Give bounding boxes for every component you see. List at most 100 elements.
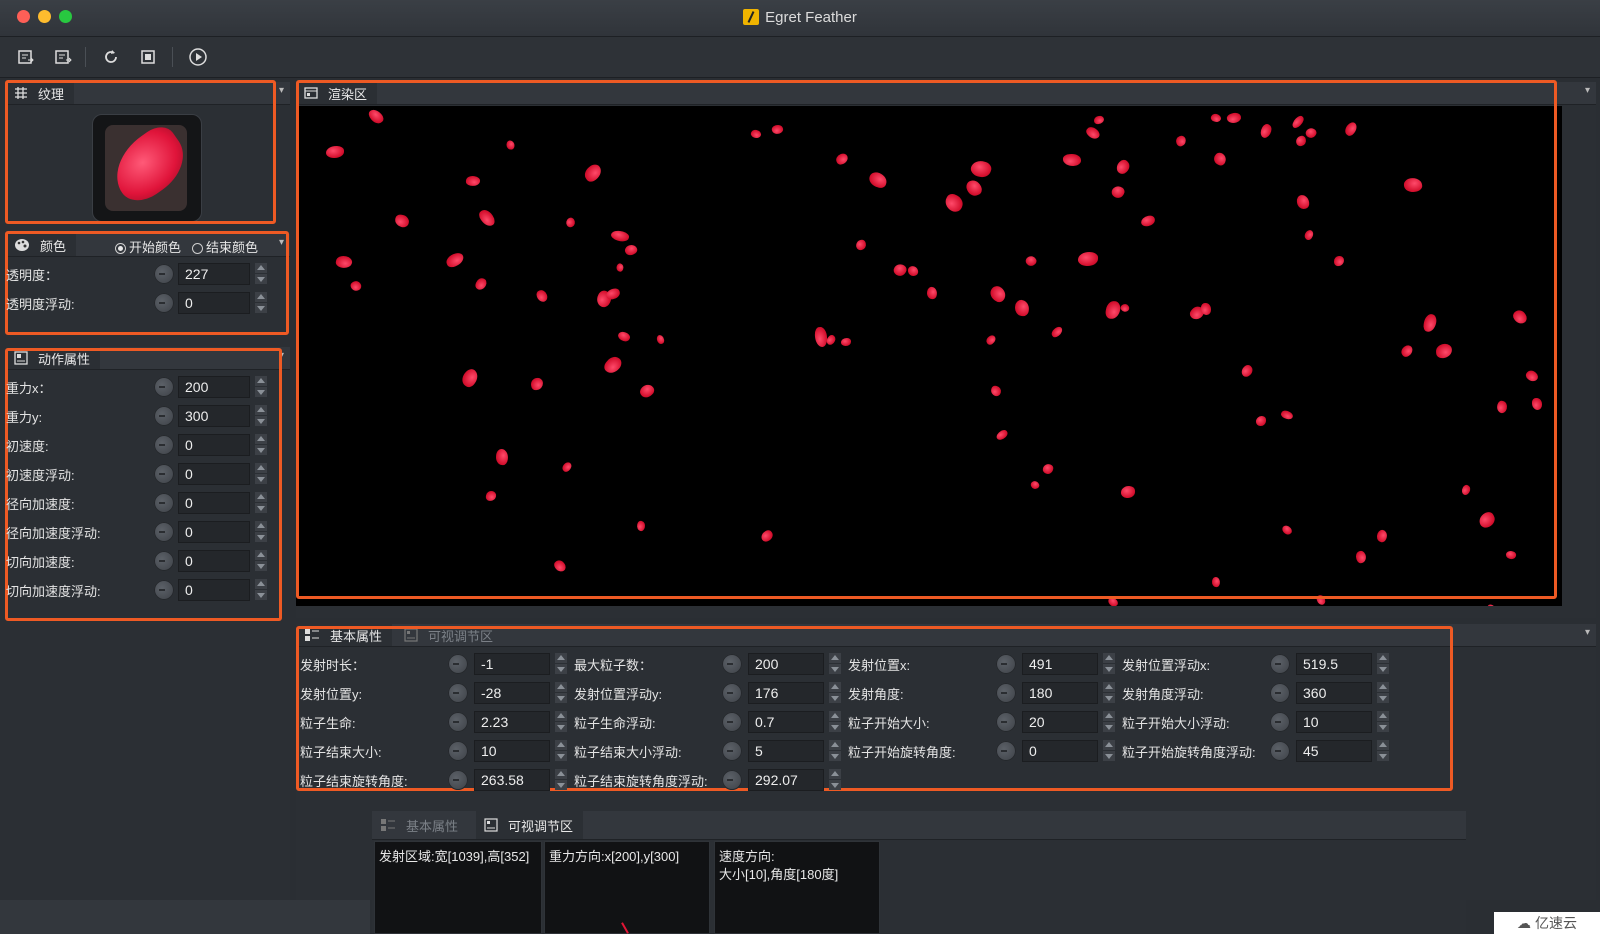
start-color-radio[interactable]: 开始颜色 <box>115 237 181 256</box>
basic-dial-12[interactable] <box>448 741 468 761</box>
play-icon[interactable] <box>186 45 210 69</box>
basic-input-8[interactable]: 2.23 <box>474 711 550 733</box>
color-input-1[interactable]: 0 <box>178 292 250 314</box>
basic-dial-5[interactable] <box>722 683 742 703</box>
basic-dial-3[interactable] <box>1270 654 1290 674</box>
render-canvas[interactable] <box>296 106 1562 606</box>
basic-dial-11[interactable] <box>1270 712 1290 732</box>
open-file-icon[interactable] <box>51 45 75 69</box>
basic-stepper-12[interactable] <box>554 740 568 762</box>
refresh-icon[interactable] <box>99 45 123 69</box>
tab-color[interactable]: 颜色 <box>6 234 77 256</box>
basic-input-1[interactable]: 200 <box>748 653 824 675</box>
basic-stepper-6[interactable] <box>1102 682 1116 704</box>
basic-dial-9[interactable] <box>722 712 742 732</box>
tab-basic-2[interactable]: 基本属性 <box>372 811 469 839</box>
basic-input-9[interactable]: 0.7 <box>748 711 824 733</box>
action-dial-1[interactable] <box>154 406 174 426</box>
action-dial-6[interactable] <box>154 551 174 571</box>
new-file-icon[interactable] <box>14 45 38 69</box>
basic-stepper-4[interactable] <box>554 682 568 704</box>
gravity-direction-box[interactable]: 重力方向:x[200],y[300] <box>544 841 710 934</box>
basic-stepper-1[interactable] <box>828 653 842 675</box>
action-dial-7[interactable] <box>154 580 174 600</box>
action-stepper-6[interactable] <box>254 550 268 572</box>
basic-dial-15[interactable] <box>1270 741 1290 761</box>
basic-input-5[interactable]: 176 <box>748 682 824 704</box>
action-input-1[interactable]: 300 <box>178 405 250 427</box>
action-stepper-3[interactable] <box>254 463 268 485</box>
basic-stepper-2[interactable] <box>1102 653 1116 675</box>
action-input-2[interactable]: 0 <box>178 434 250 456</box>
collapse-icon[interactable]: ▾ <box>279 85 284 96</box>
action-dial-5[interactable] <box>154 522 174 542</box>
basic-stepper-7[interactable] <box>1376 682 1390 704</box>
collapse-icon[interactable]: ▾ <box>1585 627 1590 638</box>
collapse-icon[interactable]: ▾ <box>1585 85 1590 96</box>
action-input-4[interactable]: 0 <box>178 492 250 514</box>
action-dial-0[interactable] <box>154 377 174 397</box>
color-stepper-1[interactable] <box>254 292 268 314</box>
basic-stepper-10[interactable] <box>1102 711 1116 733</box>
basic-input-6[interactable]: 180 <box>1022 682 1098 704</box>
basic-dial-2[interactable] <box>996 654 1016 674</box>
collapse-icon[interactable]: ▾ <box>279 237 284 248</box>
action-input-5[interactable]: 0 <box>178 521 250 543</box>
collapse-icon[interactable]: ▾ <box>279 350 284 361</box>
action-stepper-1[interactable] <box>254 405 268 427</box>
tab-basic[interactable]: 基本属性 <box>296 624 393 646</box>
basic-dial-7[interactable] <box>1270 683 1290 703</box>
basic-dial-6[interactable] <box>996 683 1016 703</box>
basic-stepper-15[interactable] <box>1376 740 1390 762</box>
action-dial-3[interactable] <box>154 464 174 484</box>
basic-input-12[interactable]: 10 <box>474 740 550 762</box>
action-input-7[interactable]: 0 <box>178 579 250 601</box>
basic-input-16[interactable]: 263.58 <box>474 769 550 791</box>
basic-dial-0[interactable] <box>448 654 468 674</box>
action-input-0[interactable]: 200 <box>178 376 250 398</box>
color-input-0[interactable]: 227 <box>178 263 250 285</box>
action-stepper-5[interactable] <box>254 521 268 543</box>
basic-dial-13[interactable] <box>722 741 742 761</box>
basic-dial-1[interactable] <box>722 654 742 674</box>
basic-stepper-16[interactable] <box>554 769 568 791</box>
basic-stepper-9[interactable] <box>828 711 842 733</box>
basic-input-14[interactable]: 0 <box>1022 740 1098 762</box>
action-stepper-7[interactable] <box>254 579 268 601</box>
basic-input-15[interactable]: 45 <box>1296 740 1372 762</box>
basic-input-2[interactable]: 491 <box>1022 653 1098 675</box>
basic-input-3[interactable]: 519.5 <box>1296 653 1372 675</box>
basic-input-7[interactable]: 360 <box>1296 682 1372 704</box>
color-dial-0[interactable] <box>154 264 174 284</box>
action-input-6[interactable]: 0 <box>178 550 250 572</box>
action-input-3[interactable]: 0 <box>178 463 250 485</box>
tab-texture[interactable]: 纹理 <box>6 82 75 104</box>
basic-input-4[interactable]: -28 <box>474 682 550 704</box>
basic-stepper-11[interactable] <box>1376 711 1390 733</box>
basic-input-13[interactable]: 5 <box>748 740 824 762</box>
basic-input-17[interactable]: 292.07 <box>748 769 824 791</box>
tab-render[interactable]: 渲染区 <box>296 82 378 104</box>
basic-input-10[interactable]: 20 <box>1022 711 1098 733</box>
velocity-direction-box[interactable]: 速度方向: 大小[10],角度[180度] <box>714 841 880 934</box>
action-dial-4[interactable] <box>154 493 174 513</box>
basic-dial-10[interactable] <box>996 712 1016 732</box>
action-stepper-2[interactable] <box>254 434 268 456</box>
basic-input-0[interactable]: -1 <box>474 653 550 675</box>
end-color-radio[interactable]: 结束颜色 <box>192 237 258 256</box>
basic-stepper-0[interactable] <box>554 653 568 675</box>
basic-stepper-3[interactable] <box>1376 653 1390 675</box>
texture-preview[interactable] <box>92 114 202 222</box>
tab-visual[interactable]: 可视调节区 <box>396 624 504 646</box>
basic-stepper-5[interactable] <box>828 682 842 704</box>
color-dial-1[interactable] <box>154 293 174 313</box>
basic-stepper-14[interactable] <box>1102 740 1116 762</box>
basic-dial-16[interactable] <box>448 770 468 790</box>
basic-dial-14[interactable] <box>996 741 1016 761</box>
emit-area-box[interactable]: 发射区域:宽[1039],高[352] <box>374 841 542 934</box>
color-stepper-0[interactable] <box>254 263 268 285</box>
action-stepper-4[interactable] <box>254 492 268 514</box>
tab-action[interactable]: 动作属性 <box>6 347 101 369</box>
action-dial-2[interactable] <box>154 435 174 455</box>
basic-stepper-8[interactable] <box>554 711 568 733</box>
